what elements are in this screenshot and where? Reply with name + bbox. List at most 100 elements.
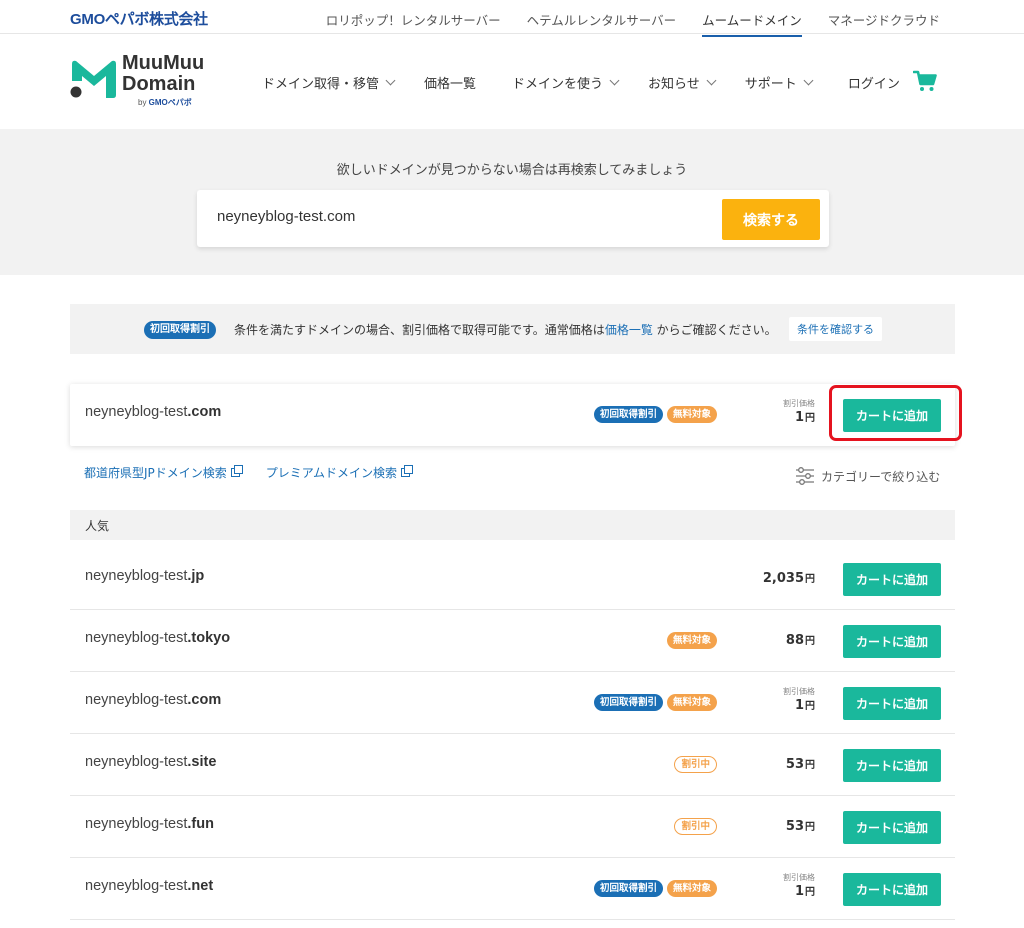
chevron-down-icon [385, 75, 396, 86]
free-eligible-badge: 無料対象 [666, 694, 717, 711]
price-value: 1 [794, 410, 804, 425]
nav-price-list[interactable]: 価格一覧 [424, 73, 476, 92]
gmo-pepabo-logo[interactable]: GMOペパボ株式会社 [70, 8, 208, 29]
yen-unit: 円 [805, 887, 815, 898]
search-section: 欲しいドメインが見つからない場合は再検索してみましょう 検索する [0, 129, 1024, 275]
brand-line-1: MuuMuu [122, 52, 205, 74]
price-label: 割引価格 [783, 687, 815, 696]
price-value: 2,035 [762, 571, 804, 586]
site-header: MuuMuu Domain by GMOペパボ ドメイン取得・移管 価格一覧 ド… [0, 35, 1024, 129]
price: 1円 [783, 883, 815, 899]
domain-label: neyneyblog-test [85, 816, 188, 832]
premium-domain-search-link[interactable]: プレミアムドメイン検索 [265, 464, 413, 481]
price-label: 割引価格 [783, 399, 815, 408]
domain-name: neyneyblog-test.com [85, 692, 221, 708]
nav-support[interactable]: サポート [745, 73, 814, 92]
sliders-icon [796, 467, 814, 485]
first-time-discount-badge: 初回取得割引 [593, 694, 663, 711]
nav-use-domain[interactable]: ドメインを使う [512, 73, 620, 92]
price: 88円 [786, 632, 815, 648]
domain-label: neyneyblog-test [85, 692, 188, 708]
on-sale-badge: 割引中 [674, 818, 717, 835]
cart-icon[interactable] [913, 70, 937, 92]
add-to-cart-button[interactable]: カートに追加 [843, 625, 941, 658]
domain-search-input[interactable] [217, 208, 697, 225]
domain-label: neyneyblog-test [85, 878, 188, 894]
domain-row: neyneyblog-test.tokyo 無料対象 88円 カートに追加 [70, 610, 955, 672]
first-time-discount-badge: 初回取得割引 [593, 880, 663, 897]
chevron-down-icon [609, 75, 620, 86]
domain-label: neyneyblog-test [85, 630, 188, 646]
top-bar: GMOペパボ株式会社 ロリポップ！レンタルサーバー ヘテムルレンタルサーバー ム… [0, 0, 1024, 37]
domain-label: neyneyblog-test [85, 568, 188, 584]
free-eligible-badge: 無料対象 [666, 632, 717, 649]
discount-notice: 初回取得割引 条件を満たすドメインの場合、割引価格で取得可能です。通常価格は価格… [70, 304, 955, 354]
free-eligible-badge: 無料対象 [666, 880, 717, 897]
domain-tld: .fun [187, 816, 214, 832]
search-sublinks: 都道府県型JPドメイン検索 プレミアムドメイン検索 [84, 464, 413, 481]
notice-text-before: 条件を満たすドメインの場合、割引価格で取得可能です。通常価格は [234, 323, 605, 337]
nav-label: 価格一覧 [424, 77, 477, 92]
price: 1円 [783, 697, 815, 713]
add-to-cart-button[interactable]: カートに追加 [843, 811, 941, 844]
brand-by-company: GMOペパボ [148, 98, 192, 107]
badge-group: 割引中 [674, 756, 717, 773]
sister-service-links: ロリポップ！レンタルサーバー ヘテムルレンタルサーバー ムームードメイン マネー… [326, 10, 940, 37]
nav-label: ドメイン取得・移管 [262, 77, 380, 92]
section-popular-header: 人気 [70, 510, 955, 540]
brand-by-line: by GMOペパボ [138, 97, 192, 108]
first-time-discount-badge: 初回取得割引 [593, 406, 663, 423]
category-filter-button[interactable]: カテゴリーで絞り込む [795, 466, 940, 486]
link-label: プレミアムドメイン検索 [265, 466, 397, 480]
nav-login[interactable]: ログイン [848, 73, 900, 92]
link-lolipop[interactable]: ロリポップ！レンタルサーバー [326, 10, 501, 29]
on-sale-badge: 割引中 [674, 756, 717, 773]
domain-label: neyneyblog-test [85, 754, 188, 770]
muumuu-domain-logo[interactable]: MuuMuu Domain by GMOペパボ [70, 52, 220, 110]
price-value: 88 [785, 633, 804, 648]
domain-label: neyneyblog-test [85, 404, 188, 420]
muumuu-logo-mark-icon [70, 60, 116, 98]
nav-label: ログイン [847, 77, 900, 92]
price-list-link[interactable]: 価格一覧 [605, 323, 653, 337]
add-to-cart-button[interactable]: カートに追加 [843, 873, 941, 906]
domain-name: neyneyblog-test.jp [85, 568, 204, 584]
price: 2,035円 [763, 570, 815, 586]
domain-row: neyneyblog-test.site 割引中 53円 カートに追加 [70, 734, 955, 796]
jp-domain-search-link[interactable]: 都道府県型JPドメイン検索 [84, 464, 243, 481]
external-link-icon [230, 465, 243, 477]
yen-unit: 円 [805, 636, 815, 647]
main-nav: ドメイン取得・移管 価格一覧 ドメインを使う お知らせ サポート ログイン [262, 73, 900, 92]
link-heteml[interactable]: ヘテムルレンタルサーバー [527, 10, 677, 29]
badge-group: 初回取得割引 無料対象 [593, 406, 717, 423]
price-block: 53円 [786, 756, 815, 772]
domain-name: neyneyblog-test.net [85, 878, 213, 894]
nav-news[interactable]: お知らせ [648, 73, 717, 92]
domain-row: neyneyblog-test.net 初回取得割引 無料対象 割引価格 1円 … [70, 858, 955, 920]
link-label: 都道府県型JPドメイン検索 [84, 466, 227, 480]
link-managed-cloud[interactable]: マネージドクラウド [828, 10, 940, 29]
search-button[interactable]: 検索する [722, 199, 820, 240]
yen-unit: 円 [805, 760, 815, 771]
badge-group: 初回取得割引 無料対象 [593, 880, 717, 897]
notice-text-after: からご確認ください。 [656, 323, 777, 337]
price-label: 割引価格 [783, 873, 815, 882]
check-conditions-button[interactable]: 条件を確認する [789, 317, 882, 341]
price-block: 88円 [786, 632, 815, 648]
domain-row: neyneyblog-test.com 初回取得割引 無料対象 割引価格 1円 … [70, 672, 955, 734]
add-to-cart-button[interactable]: カートに追加 [843, 749, 941, 782]
price: 53円 [786, 818, 815, 834]
add-to-cart-button[interactable]: カートに追加 [843, 563, 941, 596]
link-muumuu-domain[interactable]: ムームードメイン [702, 10, 802, 37]
price-value: 53 [785, 757, 804, 772]
price-block: 割引価格 1円 [783, 398, 815, 425]
filter-label: カテゴリーで絞り込む [821, 469, 941, 484]
search-hint: 欲しいドメインが見つからない場合は再検索してみましょう [336, 163, 688, 178]
badge-group: 無料対象 [666, 632, 717, 649]
nav-domain-acquire[interactable]: ドメイン取得・移管 [262, 73, 396, 92]
yen-unit: 円 [805, 413, 815, 424]
add-to-cart-button[interactable]: カートに追加 [843, 687, 941, 720]
price-block: 2,035円 [763, 570, 815, 586]
search-box: 検索する [197, 190, 829, 247]
domain-tld: .site [187, 754, 217, 770]
